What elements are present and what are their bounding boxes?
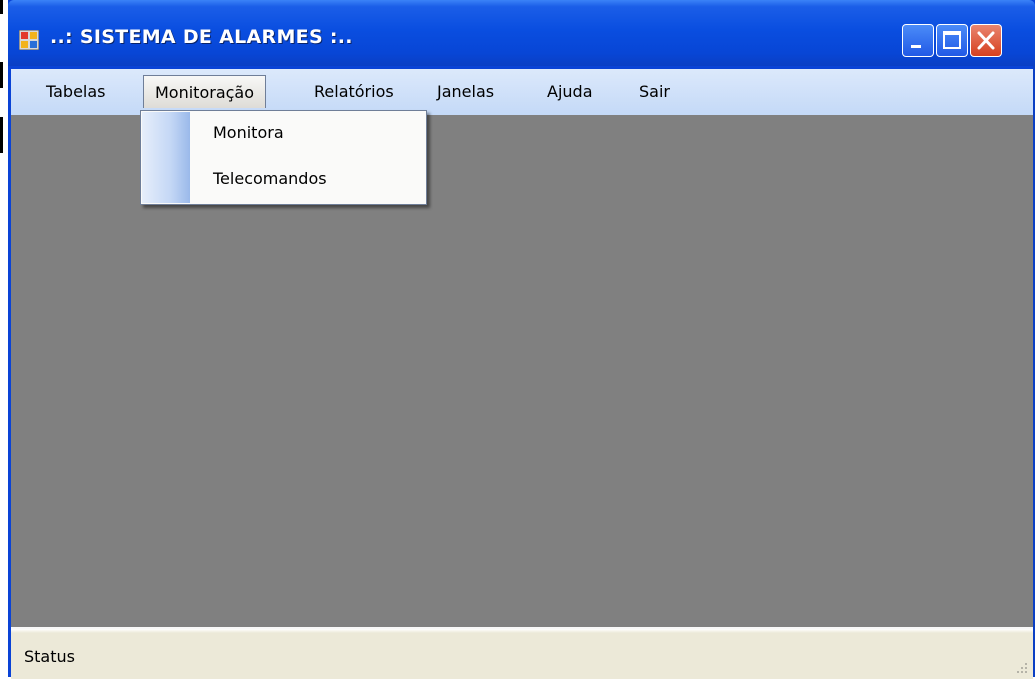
dropdown-image-margin: [142, 112, 190, 203]
main-window: ..: SISTEMA DE ALARMES :.. Tabelas Monit…: [8, 0, 1035, 679]
maximize-button[interactable]: [936, 24, 968, 57]
status-bar: Status: [11, 627, 1033, 679]
dropdown-item-telecomandos[interactable]: Telecomandos: [213, 169, 327, 188]
edge-mark: [0, 62, 3, 88]
monitoracao-dropdown: Monitora Telecomandos: [140, 110, 427, 205]
resize-grip-icon[interactable]: [1015, 661, 1029, 675]
menu-relatorios[interactable]: Relatórios: [303, 75, 405, 108]
menu-bar: Tabelas Monitoração Relatórios Janelas A…: [11, 69, 1033, 115]
close-button[interactable]: [970, 24, 1002, 57]
menu-tabelas[interactable]: Tabelas: [35, 75, 117, 108]
close-icon: [977, 31, 995, 50]
edge-mark: [0, 117, 3, 153]
window-title: ..: SISTEMA DE ALARMES :..: [50, 26, 353, 48]
menu-ajuda[interactable]: Ajuda: [536, 75, 604, 108]
menu-monitoracao[interactable]: Monitoração: [143, 75, 267, 108]
dropdown-item-monitora[interactable]: Monitora: [213, 123, 284, 142]
left-edge: [0, 0, 8, 677]
menu-sair[interactable]: Sair: [628, 75, 681, 108]
maximize-icon: [943, 31, 961, 49]
minimize-icon: [911, 45, 921, 48]
menu-janelas[interactable]: Janelas: [426, 75, 505, 108]
status-label: Status: [24, 647, 75, 666]
title-bar[interactable]: ..: SISTEMA DE ALARMES :..: [8, 0, 1035, 66]
minimize-button[interactable]: [902, 24, 934, 57]
edge-mark: [0, 0, 3, 14]
app-icon: [19, 30, 39, 50]
